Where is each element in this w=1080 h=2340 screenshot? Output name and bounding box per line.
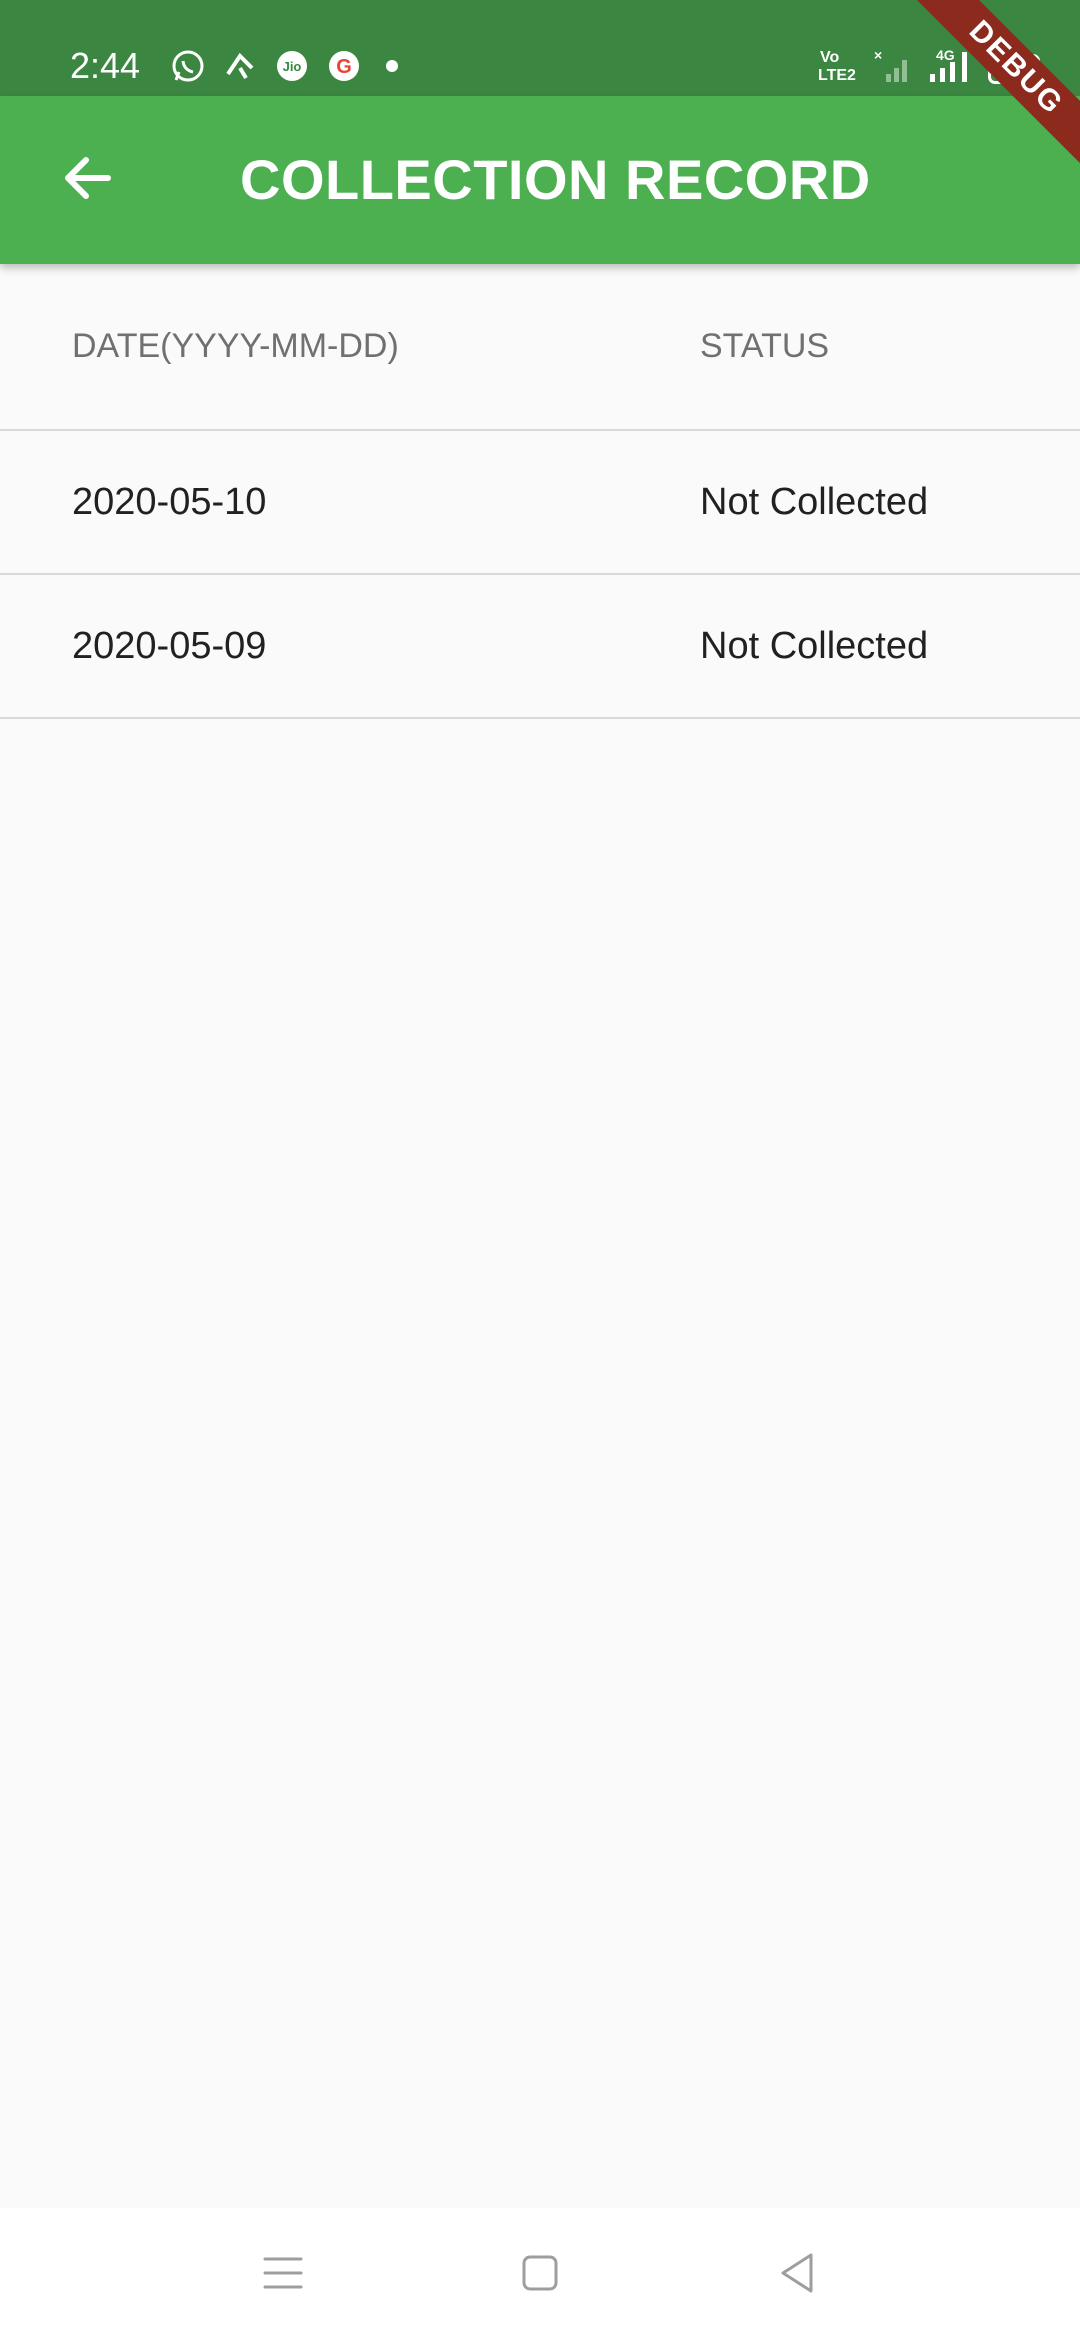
back-nav-button[interactable] [762, 2240, 832, 2310]
system-navigation-bar [0, 2208, 1080, 2340]
table-row[interactable]: 2020-05-09 Not Collected [0, 575, 1080, 719]
date-value: 2020-05-09 [72, 624, 267, 667]
jio-icon: Jio [274, 48, 310, 84]
svg-text:Jio: Jio [283, 59, 302, 74]
column-header-status[interactable]: STATUS [700, 264, 829, 429]
svg-text:LTE2: LTE2 [818, 67, 856, 84]
status-bar: 2:44 Jio G Vo LTE2 × 4G [0, 0, 1080, 96]
page-title: COLLECTION RECORD [240, 148, 871, 211]
status-time: 2:44 [70, 45, 141, 86]
recents-button[interactable] [248, 2240, 318, 2310]
svg-text:Vo: Vo [820, 49, 839, 66]
svg-text:×: × [874, 47, 882, 63]
status-value: Not Collected [700, 624, 929, 667]
table-header: DATE(YYYY-MM-DD) STATUS [0, 264, 1080, 431]
date-cell: 2020-05-10 [72, 431, 266, 573]
collection-table: DATE(YYYY-MM-DD) STATUS 2020-05-10 Not C… [0, 264, 1080, 719]
home-icon [518, 2251, 562, 2300]
svg-text:G: G [336, 56, 352, 78]
home-button[interactable] [505, 2240, 575, 2310]
volte-icon: Vo LTE2 [816, 46, 862, 91]
date-value: 2020-05-10 [72, 480, 267, 523]
app-bar: COLLECTION RECORD [0, 96, 1080, 264]
status-cell: Not Collected [700, 575, 928, 717]
signal-sim1-icon: × [874, 46, 914, 91]
menu-icon [261, 2253, 305, 2298]
dot-icon [378, 48, 414, 84]
back-button[interactable] [40, 132, 136, 228]
status-cell: Not Collected [700, 431, 928, 573]
signal-sim2-icon: 4G [926, 46, 976, 91]
screen: 2:44 Jio G Vo LTE2 × 4G DEBUG COLLECTION… [0, 0, 1080, 2340]
status-value: Not Collected [700, 480, 929, 523]
back-icon [775, 2249, 819, 2302]
arrow-back-icon [60, 150, 116, 211]
column-header-date-label: DATE(YYYY-MM-DD) [72, 327, 399, 365]
column-header-date[interactable]: DATE(YYYY-MM-DD) [72, 264, 399, 429]
svg-text:4G: 4G [936, 47, 955, 63]
google-icon: G [326, 48, 362, 84]
sync-icon [222, 48, 258, 84]
whatsapp-icon [170, 48, 206, 84]
column-header-status-label: STATUS [700, 327, 830, 365]
table-row[interactable]: 2020-05-10 Not Collected [0, 431, 1080, 575]
date-cell: 2020-05-09 [72, 575, 266, 717]
notification-icons: Jio G [170, 48, 414, 84]
